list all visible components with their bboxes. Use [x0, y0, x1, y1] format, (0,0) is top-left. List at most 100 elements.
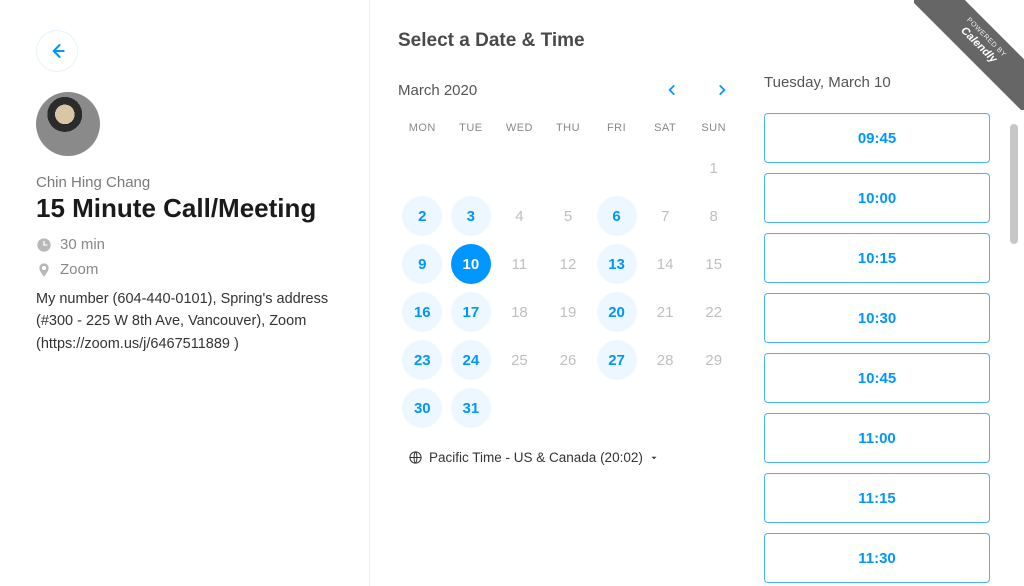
day-number: 27: [597, 340, 637, 380]
day-number: 18: [499, 292, 539, 332]
calendar-day-unavailable: 29: [689, 336, 738, 384]
chevron-right-icon: [715, 83, 729, 97]
calendar-day-empty: [641, 384, 690, 432]
day-number: 1: [694, 148, 734, 188]
calendar-day-empty: [544, 144, 593, 192]
duration-text: 30 min: [60, 236, 105, 253]
day-number: 15: [694, 244, 734, 284]
chevron-left-icon: [665, 83, 679, 97]
calendar-day-empty: [641, 144, 690, 192]
timeslot-button[interactable]: 10:15: [764, 233, 990, 283]
day-number: 2: [402, 196, 442, 236]
calendar-day-available[interactable]: 16: [398, 288, 447, 336]
timezone-text: Pacific Time - US & Canada (20:02): [429, 450, 643, 465]
day-number: 10: [451, 244, 491, 284]
calendar-day-available[interactable]: 2: [398, 192, 447, 240]
calendar-day-unavailable: 22: [689, 288, 738, 336]
timeslot-button[interactable]: 11:15: [764, 473, 990, 523]
back-button[interactable]: [36, 30, 78, 72]
month-label: March 2020: [398, 82, 656, 99]
next-month-button[interactable]: [706, 74, 738, 106]
calendar-day-available[interactable]: 9: [398, 240, 447, 288]
location-pin-icon: [36, 262, 52, 278]
day-number: 19: [548, 292, 588, 332]
calendar-day-empty: [592, 384, 641, 432]
day-number: 8: [694, 196, 734, 236]
day-number: 6: [597, 196, 637, 236]
calendar-day-empty: [495, 384, 544, 432]
day-number: 31: [451, 388, 491, 428]
day-number: 3: [451, 196, 491, 236]
weekday-label: TUE: [447, 122, 496, 134]
timeslot-button[interactable]: 10:00: [764, 173, 990, 223]
calendar-day-unavailable: 15: [689, 240, 738, 288]
calendar-day-unavailable: 12: [544, 240, 593, 288]
day-number: 25: [499, 340, 539, 380]
day-number: 17: [451, 292, 491, 332]
timeslot-button[interactable]: 11:00: [764, 413, 990, 463]
host-name: Chin Hing Chang: [36, 174, 339, 191]
calendar-day-unavailable: 25: [495, 336, 544, 384]
day-number: 11: [499, 244, 539, 284]
timeslot-button[interactable]: 09:45: [764, 113, 990, 163]
calendar-day-unavailable: 11: [495, 240, 544, 288]
calendar-day-empty: [495, 144, 544, 192]
weekday-label: SUN: [689, 122, 738, 134]
calendar-day-unavailable: 18: [495, 288, 544, 336]
globe-icon: [408, 450, 423, 465]
timeslot-button[interactable]: 11:30: [764, 533, 990, 583]
calendar-day-available[interactable]: 10: [447, 240, 496, 288]
timeslot-button[interactable]: 10:30: [764, 293, 990, 343]
day-number: 4: [499, 196, 539, 236]
weekday-label: WED: [495, 122, 544, 134]
calendar-day-empty: [544, 384, 593, 432]
day-number: 29: [694, 340, 734, 380]
calendar-day-unavailable: 21: [641, 288, 690, 336]
calendar-day-available[interactable]: 20: [592, 288, 641, 336]
calendar-day-unavailable: 19: [544, 288, 593, 336]
calendar: March 2020 MONTUEWEDTHUFRISATSUN 1234567…: [398, 74, 738, 583]
day-number: 21: [645, 292, 685, 332]
powered-by-ribbon[interactable]: POWERED BY Calendly: [914, 0, 1024, 110]
calendar-day-available[interactable]: 30: [398, 384, 447, 432]
timezone-selector[interactable]: Pacific Time - US & Canada (20:02): [408, 450, 738, 465]
day-number: 23: [402, 340, 442, 380]
prev-month-button[interactable]: [656, 74, 688, 106]
calendar-day-unavailable: 26: [544, 336, 593, 384]
scrollbar[interactable]: [1010, 124, 1018, 244]
weekday-label: MON: [398, 122, 447, 134]
day-number: 30: [402, 388, 442, 428]
day-number: 24: [451, 340, 491, 380]
duration-row: 30 min: [36, 236, 339, 253]
calendar-day-unavailable: 1: [689, 144, 738, 192]
calendar-day-available[interactable]: 6: [592, 192, 641, 240]
calendar-day-available[interactable]: 3: [447, 192, 496, 240]
caret-down-icon: [649, 453, 659, 463]
calendar-day-available[interactable]: 24: [447, 336, 496, 384]
day-number: 14: [645, 244, 685, 284]
calendar-day-available[interactable]: 13: [592, 240, 641, 288]
arrow-left-icon: [47, 41, 67, 61]
calendar-day-available[interactable]: 17: [447, 288, 496, 336]
day-number: 16: [402, 292, 442, 332]
calendar-day-unavailable: 5: [544, 192, 593, 240]
calendar-day-available[interactable]: 27: [592, 336, 641, 384]
day-number: 5: [548, 196, 588, 236]
timeslot-button[interactable]: 10:45: [764, 353, 990, 403]
day-number: 12: [548, 244, 588, 284]
location-text: Zoom: [60, 261, 98, 278]
day-number: 13: [597, 244, 637, 284]
calendar-day-empty: [689, 384, 738, 432]
day-number: 28: [645, 340, 685, 380]
calendar-day-available[interactable]: 23: [398, 336, 447, 384]
weekday-label: FRI: [592, 122, 641, 134]
calendar-day-empty: [447, 144, 496, 192]
event-title: 15 Minute Call/Meeting: [36, 193, 339, 224]
day-number: 7: [645, 196, 685, 236]
event-description: My number (604-440-0101), Spring's addre…: [36, 288, 339, 355]
host-avatar: [36, 92, 100, 156]
calendar-day-available[interactable]: 31: [447, 384, 496, 432]
clock-icon: [36, 237, 52, 253]
calendar-day-empty: [592, 144, 641, 192]
weekday-label: SAT: [641, 122, 690, 134]
